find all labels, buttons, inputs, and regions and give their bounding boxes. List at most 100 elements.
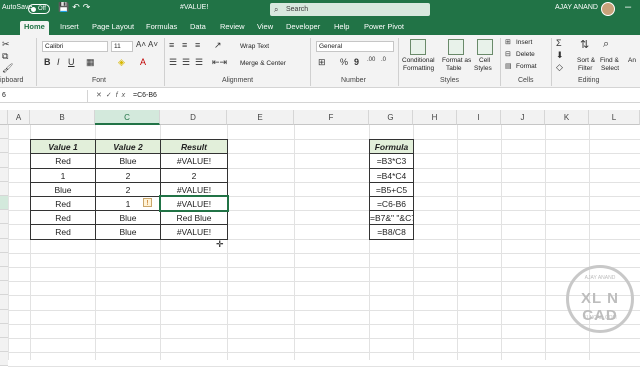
row-header[interactable]	[0, 210, 8, 225]
conditional-formatting-label[interactable]: Conditional	[402, 57, 435, 64]
table-cell[interactable]: 2	[95, 181, 161, 197]
sort-filter-label-2[interactable]: Filter	[578, 65, 592, 72]
align-top-icon[interactable]: ≡	[169, 40, 174, 50]
row-header[interactable]	[0, 252, 8, 267]
number-format-select[interactable]: General	[316, 41, 394, 52]
table-header-cell[interactable]: Result	[160, 139, 228, 155]
insert-cells-icon[interactable]: ⊞	[505, 38, 511, 46]
table-cell[interactable]: Red	[30, 224, 96, 240]
column-header-g[interactable]: G	[369, 110, 413, 125]
formula-header-cell[interactable]: Formula	[369, 139, 414, 155]
find-select-label[interactable]: Find &	[600, 57, 619, 64]
column-header-c[interactable]: C	[95, 110, 160, 125]
underline-icon[interactable]: U	[68, 57, 75, 67]
format-painter-icon[interactable]: 🖌	[2, 63, 13, 74]
cell-styles-label-2[interactable]: Styles	[474, 65, 492, 72]
table-header-cell[interactable]: Value 2	[95, 139, 161, 155]
formula-cell[interactable]: =B4*C4	[369, 167, 414, 183]
table-cell[interactable]: Blue	[95, 153, 161, 169]
row-header[interactable]	[0, 323, 8, 338]
name-box[interactable]: 6	[0, 90, 88, 102]
row-header[interactable]	[0, 153, 8, 168]
column-header-h[interactable]: H	[413, 110, 457, 125]
quick-access-icons[interactable]: 💾↶↷	[58, 2, 93, 13]
font-color-icon[interactable]: A	[140, 57, 146, 67]
font-name-select[interactable]: Calibri	[42, 41, 108, 52]
grow-font-icon[interactable]: A˄	[136, 40, 146, 49]
align-center-icon[interactable]: ☰	[182, 57, 190, 68]
percent-icon[interactable]: %	[340, 57, 348, 67]
column-header-e[interactable]: E	[227, 110, 294, 125]
table-cell[interactable]: #VALUE!	[160, 153, 228, 169]
align-middle-icon[interactable]: ≡	[182, 40, 187, 50]
increase-decimal-icon[interactable]: .00	[367, 57, 375, 63]
select-all-corner[interactable]	[0, 110, 8, 125]
tab-developer[interactable]: Developer	[282, 21, 324, 35]
row-header[interactable]	[0, 281, 8, 296]
formula-cell[interactable]: =B7&" "&C7	[369, 210, 414, 226]
tab-power-pivot[interactable]: Power Pivot	[360, 21, 408, 35]
column-header-l[interactable]: L	[589, 110, 640, 125]
find-select-icon[interactable]: ⌕	[603, 38, 609, 51]
row-header[interactable]	[0, 167, 8, 182]
find-select-label-2[interactable]: Select	[601, 65, 619, 72]
border-icon[interactable]: ▦	[86, 57, 95, 68]
italic-icon[interactable]: I	[57, 57, 60, 67]
avatar[interactable]	[601, 2, 615, 16]
table-cell[interactable]: 2	[95, 167, 161, 183]
wrap-text-button[interactable]: Wrap Text	[240, 43, 269, 50]
align-bottom-icon[interactable]: ≡	[195, 40, 200, 50]
minimize-icon[interactable]: –	[625, 1, 631, 13]
table-cell[interactable]: Blue	[30, 181, 96, 197]
table-cell[interactable]: Red	[30, 196, 96, 212]
row-header[interactable]	[0, 338, 8, 353]
insert-cells-button[interactable]: Insert	[516, 39, 532, 46]
tab-page-layout[interactable]: Page Layout	[88, 21, 138, 35]
copy-icon[interactable]: ⧉	[2, 51, 8, 62]
delete-cells-button[interactable]: Delete	[516, 51, 535, 58]
table-cell[interactable]: Red Blue	[160, 210, 228, 226]
comma-icon[interactable]: 9	[354, 57, 359, 67]
column-header-d[interactable]: D	[160, 110, 227, 125]
table-header-cell[interactable]: Value 1	[30, 139, 96, 155]
accounting-icon[interactable]: ⊞	[318, 57, 326, 68]
table-cell[interactable]: Blue	[95, 210, 161, 226]
search-box[interactable]: ⌕ Search	[270, 3, 430, 16]
table-cell[interactable]: #VALUE!	[160, 196, 228, 212]
table-cell[interactable]: Red	[30, 210, 96, 226]
column-header-a[interactable]: A	[8, 110, 30, 125]
row-header[interactable]	[0, 238, 8, 253]
formula-cell[interactable]: =C6-B6	[369, 196, 414, 212]
align-right-icon[interactable]: ☰	[195, 57, 203, 68]
table-cell[interactable]: #VALUE!	[160, 181, 228, 197]
delete-cells-icon[interactable]: ⊟	[505, 50, 511, 58]
row-header[interactable]	[0, 352, 8, 367]
row-header[interactable]	[0, 224, 8, 239]
tab-data[interactable]: Data	[186, 21, 210, 35]
row-header[interactable]	[0, 295, 8, 310]
cell-styles-label[interactable]: Cell	[479, 57, 490, 64]
column-header-b[interactable]: B	[30, 110, 95, 125]
merge-center-button[interactable]: Merge & Center	[240, 60, 286, 67]
sort-filter-label[interactable]: Sort &	[577, 57, 595, 64]
cut-icon[interactable]: ✂	[2, 39, 10, 50]
row-header[interactable]	[0, 267, 8, 282]
table-cell[interactable]: 2	[160, 167, 228, 183]
table-cell[interactable]: 1	[30, 167, 96, 183]
row-header[interactable]	[0, 181, 8, 196]
tab-help[interactable]: Help	[330, 21, 353, 35]
row-header[interactable]	[0, 139, 8, 154]
decrease-decimal-icon[interactable]: .0	[381, 57, 386, 63]
font-size-select[interactable]: 11	[111, 41, 133, 52]
conditional-formatting-label-2[interactable]: Formatting	[403, 65, 434, 72]
conditional-formatting-icon[interactable]	[410, 39, 426, 55]
bold-icon[interactable]: B	[44, 57, 51, 67]
row-header[interactable]	[0, 196, 8, 211]
format-as-table-label[interactable]: Format as	[442, 57, 471, 64]
column-header-j[interactable]: J	[501, 110, 545, 125]
formula-cell[interactable]: =B5+C5	[369, 181, 414, 197]
table-cell[interactable]: Blue	[95, 224, 161, 240]
row-header[interactable]	[0, 309, 8, 324]
cell-styles-icon[interactable]	[477, 39, 493, 55]
formula-cell[interactable]: =B3*C3	[369, 153, 414, 169]
